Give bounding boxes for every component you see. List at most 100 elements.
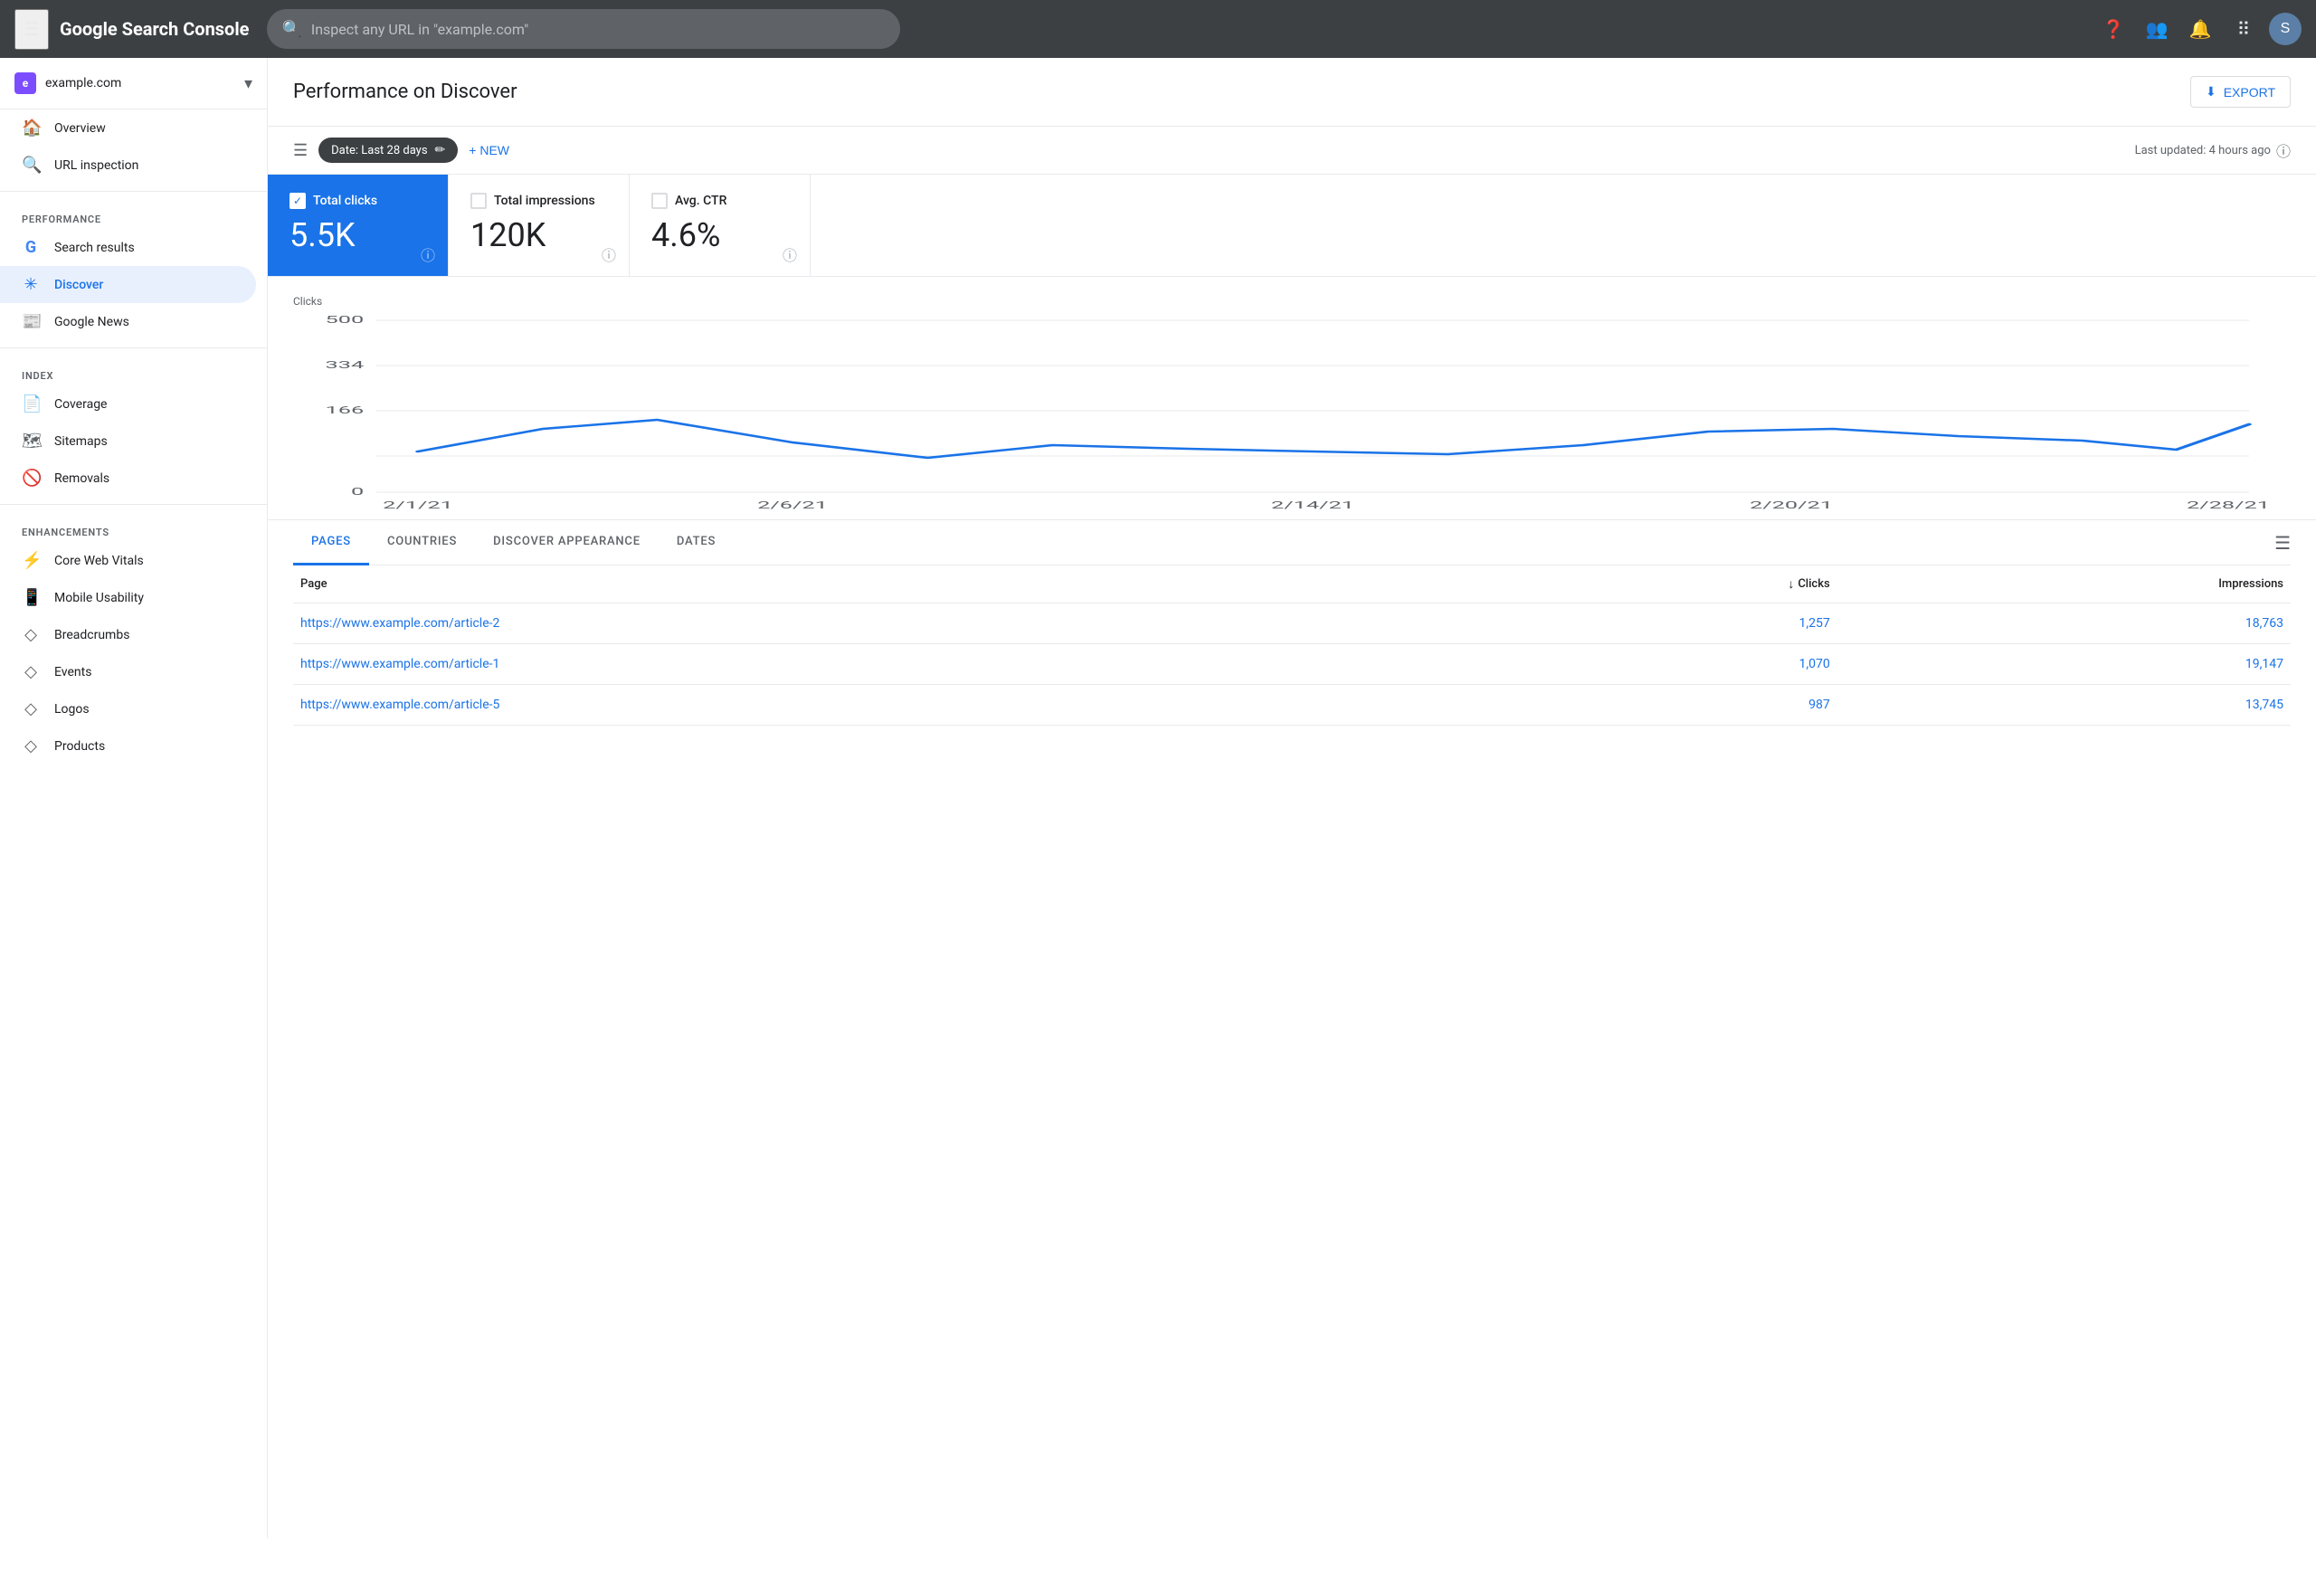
cell-page[interactable]: https://www.example.com/article-5	[293, 685, 1514, 726]
export-icon: ⬇	[2206, 84, 2216, 100]
metric-card-total-clicks[interactable]: ✓ Total clicks 5.5K ⓘ	[268, 175, 449, 276]
sidebar-item-coverage[interactable]: 📄 Coverage	[0, 385, 256, 423]
search-input[interactable]	[311, 21, 887, 38]
sidebar-item-label: Events	[54, 665, 91, 679]
sidebar-item-google-news[interactable]: 📰 Google News	[0, 303, 256, 340]
page-title: Performance on Discover	[293, 81, 517, 103]
metric-value-total-clicks: 5.5K	[290, 216, 426, 254]
sidebar-divider-1	[0, 191, 267, 192]
svg-text:166: 166	[326, 404, 365, 416]
metric-card-avg-ctr[interactable]: Avg. CTR 4.6% ⓘ	[630, 175, 811, 276]
new-filter-button[interactable]: + NEW	[469, 143, 509, 157]
filter-icon[interactable]: ☰	[293, 141, 308, 160]
events-icon: ◇	[22, 662, 40, 681]
sidebar-item-url-inspection[interactable]: 🔍 URL inspection	[0, 147, 256, 184]
date-filter-chip[interactable]: Date: Last 28 days ✏	[318, 138, 458, 163]
svg-text:2/6/21: 2/6/21	[757, 499, 828, 510]
cell-clicks: 1,257	[1514, 603, 1837, 644]
metric-card-total-impressions[interactable]: Total impressions 120K ⓘ	[449, 175, 630, 276]
home-icon: 🏠	[22, 119, 40, 138]
sort-icon: ↓	[1788, 577, 1794, 592]
table-row: https://www.example.com/article-5 987 13…	[293, 685, 2291, 726]
main-layout: e example.com ▾ 🏠 Overview 🔍 URL inspect…	[0, 58, 2316, 1538]
sidebar-item-removals[interactable]: 🚫 Removals	[0, 460, 256, 497]
cell-clicks: 987	[1514, 685, 1837, 726]
tab-dates[interactable]: DATES	[659, 520, 734, 565]
metric-help-icon-impressions: ⓘ	[602, 243, 616, 265]
hamburger-menu[interactable]: ☰	[14, 9, 49, 50]
property-dropdown-icon: ▾	[244, 74, 252, 93]
last-updated-help-icon[interactable]: ⓘ	[2276, 139, 2291, 161]
notifications-button[interactable]: 🔔	[2182, 11, 2218, 47]
sidebar-item-search-results[interactable]: G Search results	[0, 229, 256, 266]
discover-icon: ✳	[22, 275, 40, 294]
sidebar-item-label: Google News	[54, 315, 129, 329]
data-table: Page ↓Clicks Impressions https://www.exa…	[293, 565, 2291, 726]
sidebar-item-mobile-usability[interactable]: 📱 Mobile Usability	[0, 579, 256, 616]
edit-icon: ✏	[435, 143, 446, 157]
tab-countries[interactable]: COUNTRIES	[369, 520, 475, 565]
chart-y-label: Clicks	[293, 295, 2291, 308]
sidebar-item-overview[interactable]: 🏠 Overview	[0, 109, 256, 147]
svg-text:334: 334	[326, 359, 365, 371]
google-g-icon: G	[22, 238, 40, 257]
page-header: Performance on Discover ⬇ EXPORT	[268, 58, 2316, 127]
property-icon: e	[14, 72, 36, 94]
sidebar-item-label: Removals	[54, 471, 109, 486]
chart-area: Clicks 500 334 166 0	[268, 277, 2316, 520]
chart-container: 500 334 166 0 2/1/21 2/6/21 2/14/21 2/20…	[293, 311, 2291, 510]
svg-text:2/1/21: 2/1/21	[383, 499, 453, 510]
sidebar-item-core-web-vitals[interactable]: ⚡ Core Web Vitals	[0, 542, 256, 579]
date-chip-label: Date: Last 28 days	[331, 144, 427, 157]
sidebar-item-breadcrumbs[interactable]: ◇ Breadcrumbs	[0, 616, 256, 653]
col-header-page[interactable]: Page	[293, 565, 1514, 603]
user-avatar[interactable]: S	[2269, 13, 2302, 45]
sidebar-item-sitemaps[interactable]: 🗺 Sitemaps	[0, 423, 256, 460]
metric-value-ctr: 4.6%	[651, 216, 788, 254]
tab-discover-appearance[interactable]: DISCOVER APPEARANCE	[475, 520, 659, 565]
filter-bar: ☰ Date: Last 28 days ✏ + NEW Last update…	[268, 127, 2316, 175]
removals-icon: 🚫	[22, 469, 40, 488]
property-selector[interactable]: e example.com ▾	[0, 58, 267, 109]
col-header-clicks[interactable]: ↓Clicks	[1514, 565, 1837, 603]
news-icon: 📰	[22, 312, 40, 331]
table-row: https://www.example.com/article-2 1,257 …	[293, 603, 2291, 644]
help-button[interactable]: ❓	[2095, 11, 2131, 47]
column-filter-icon[interactable]: ☰	[2274, 521, 2291, 565]
sidebar-item-discover[interactable]: ✳ Discover	[0, 266, 256, 303]
sidebar-item-label: Core Web Vitals	[54, 554, 144, 568]
col-header-impressions[interactable]: Impressions	[1837, 565, 2291, 603]
metric-label-impressions: Total impressions	[494, 194, 595, 208]
users-button[interactable]: 👥	[2139, 11, 2175, 47]
cell-page[interactable]: https://www.example.com/article-1	[293, 644, 1514, 685]
sidebar-item-label: Discover	[54, 278, 103, 292]
sidebar-item-events[interactable]: ◇ Events	[0, 653, 256, 690]
svg-text:2/20/21: 2/20/21	[1750, 499, 1833, 510]
metric-label-total-clicks: Total clicks	[313, 194, 377, 208]
performance-section-label: Performance	[0, 199, 267, 229]
metric-value-impressions: 120K	[470, 216, 607, 254]
url-inspection-search[interactable]: 🔍	[267, 9, 900, 49]
metric-help-icon-clicks: ⓘ	[421, 243, 435, 265]
svg-text:0: 0	[351, 486, 364, 498]
sidebar-item-logos[interactable]: ◇ Logos	[0, 690, 256, 727]
cell-page[interactable]: https://www.example.com/article-2	[293, 603, 1514, 644]
search-icon: 🔍	[281, 20, 301, 39]
last-updated: Last updated: 4 hours ago ⓘ	[2135, 139, 2291, 161]
url-inspection-icon: 🔍	[22, 156, 40, 175]
metric-checkbox-impressions	[470, 193, 487, 209]
breadcrumbs-icon: ◇	[22, 625, 40, 644]
sidebar-item-label: Overview	[54, 121, 106, 136]
apps-grid-button[interactable]: ⠿	[2226, 11, 2262, 47]
svg-text:500: 500	[326, 314, 365, 326]
tab-pages[interactable]: PAGES	[293, 520, 369, 565]
metric-checkbox-ctr	[651, 193, 668, 209]
sidebar-item-products[interactable]: ◇ Products	[0, 727, 256, 765]
export-button[interactable]: ⬇ EXPORT	[2190, 76, 2291, 108]
property-name: example.com	[45, 76, 235, 90]
sidebar-divider-2	[0, 347, 267, 348]
sitemaps-icon: 🗺	[22, 432, 40, 451]
tabs-row: PAGES COUNTRIES DISCOVER APPEARANCE DATE…	[293, 520, 2291, 565]
cell-clicks: 1,070	[1514, 644, 1837, 685]
cell-impressions: 18,763	[1837, 603, 2291, 644]
